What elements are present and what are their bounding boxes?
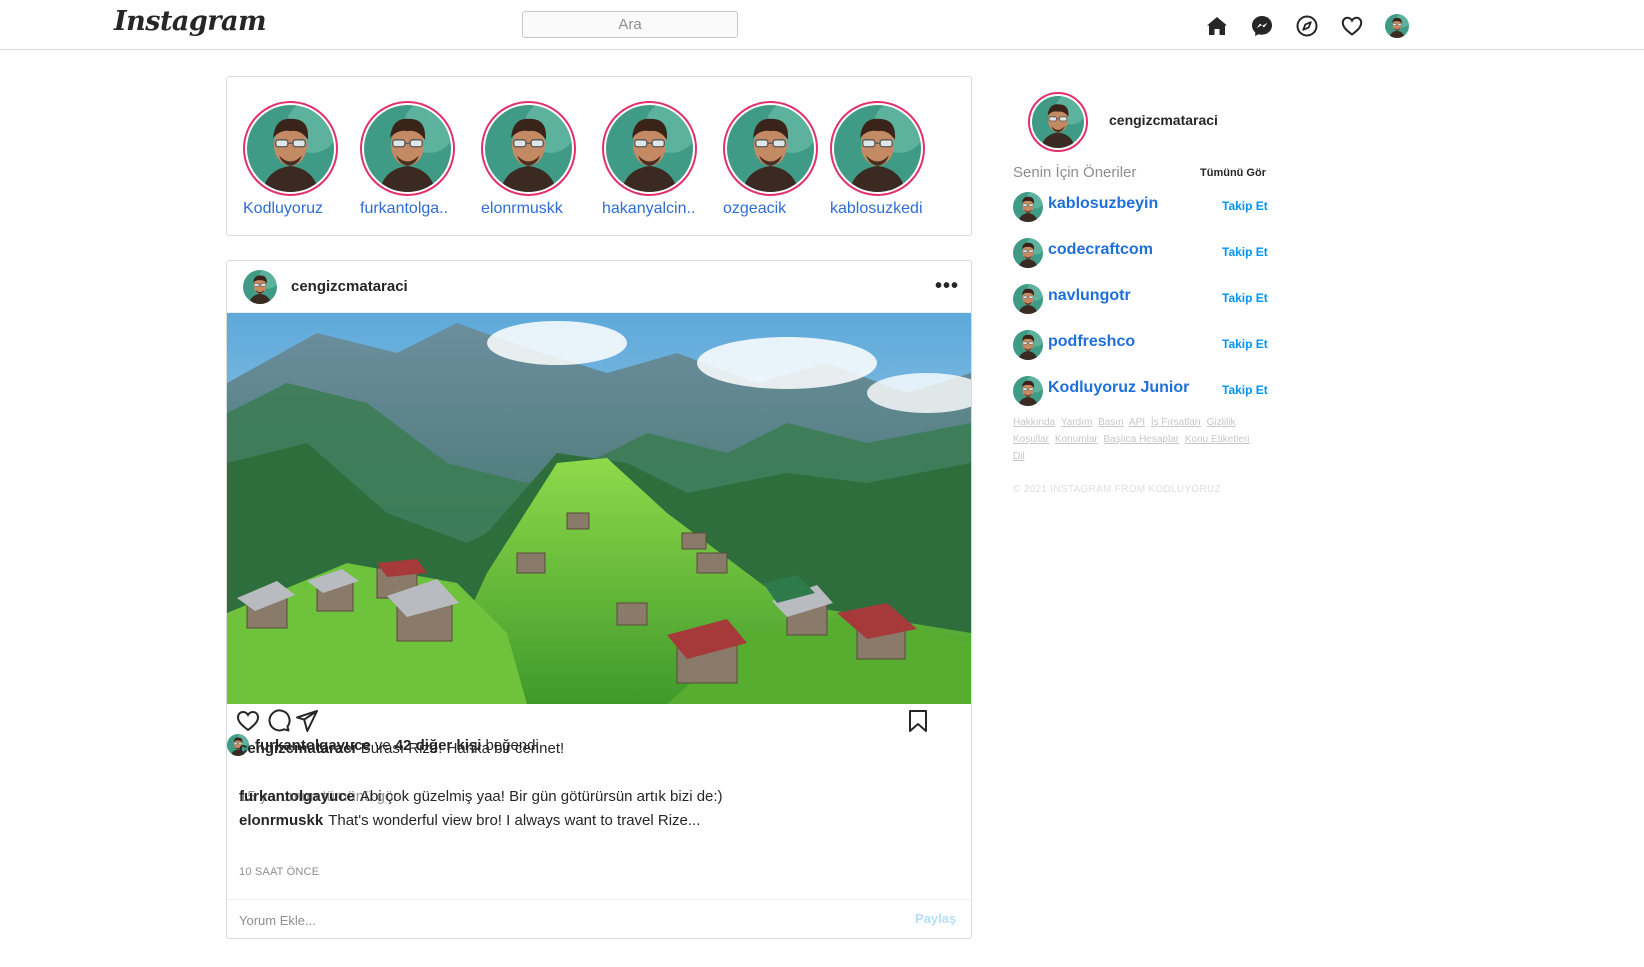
post-header: cengizcmataraci •••: [227, 261, 971, 313]
comment-text: Abi çok güzelmiş yaa! Bir gün götürürsün…: [359, 788, 723, 805]
comment-row: furkantolgayuce Abi çok güzelmiş yaa! Bir…: [239, 788, 723, 805]
suggestions-title: Senin İçin Öneriler: [1013, 164, 1137, 181]
comment-text: That's wonderful view bro! I always want…: [328, 812, 701, 829]
story-username[interactable]: kablosuzkedi: [830, 200, 926, 218]
post-timestamp: 10 SAAT ÖNCE: [239, 866, 320, 878]
story-item[interactable]: ozgeacik: [723, 101, 819, 218]
feed-post: cengizcmataraci ••• furkantolgayuce ve 4…: [226, 260, 972, 939]
footer-link[interactable]: Yardım: [1061, 417, 1093, 428]
comment-icon[interactable]: [265, 708, 291, 734]
footer-link[interactable]: Başlıca Hesaplar: [1104, 434, 1180, 445]
story-avatar[interactable]: [723, 101, 818, 196]
comment-username[interactable]: elonrmuskk: [239, 812, 323, 829]
suggestion-item: podfreshco Takip Et: [1013, 330, 1273, 360]
like-heart-icon[interactable]: [235, 708, 261, 734]
story-avatar[interactable]: [602, 101, 697, 196]
story-username[interactable]: ozgeacik: [723, 200, 819, 218]
story-item[interactable]: Kodluyoruz: [243, 101, 339, 218]
heart-icon[interactable]: [1340, 14, 1364, 38]
suggestion-username[interactable]: Kodluyoruz Junior: [1048, 379, 1189, 397]
suggestion-avatar[interactable]: [1013, 284, 1043, 314]
footer-link[interactable]: İş Fırsatları: [1151, 417, 1201, 428]
post-caption: cengizcmataraci Burası Rize! Harika bir c…: [239, 740, 564, 757]
follow-button[interactable]: Takip Et: [1222, 291, 1268, 305]
suggestion-item: kablosuzbeyin Takip Et: [1013, 192, 1273, 222]
footer-link[interactable]: Basın: [1098, 417, 1124, 428]
comment-row: elonrmuskk That's wonderful view bro! I a…: [239, 812, 700, 829]
follow-button[interactable]: Takip Et: [1222, 199, 1268, 213]
stories-tray: Kodluyoruz furkantolga.. elonrmuskk haka…: [226, 76, 972, 236]
suggestion-username[interactable]: codecraftcom: [1048, 241, 1153, 259]
caption-username[interactable]: cengizcmataraci: [239, 740, 356, 757]
instagram-logo[interactable]: Instagram: [114, 6, 267, 37]
story-avatar[interactable]: [360, 101, 455, 196]
post-comment-button[interactable]: Paylaş: [915, 911, 956, 926]
follow-button[interactable]: Takip Et: [1222, 383, 1268, 397]
suggestion-username[interactable]: navlungotr: [1048, 287, 1131, 305]
current-user-username[interactable]: cengizcmataraci: [1109, 112, 1218, 128]
suggestion-item: Kodluyoruz Junior Takip Et: [1013, 376, 1273, 406]
current-user-avatar[interactable]: [1028, 92, 1088, 152]
story-username[interactable]: furkantolga..: [360, 200, 456, 218]
follow-button[interactable]: Takip Et: [1222, 245, 1268, 259]
suggestion-username[interactable]: kablosuzbeyin: [1048, 195, 1158, 213]
caption-text: Burası Rize! Harika bir cennet!: [360, 740, 565, 757]
more-options-icon[interactable]: •••: [935, 275, 959, 298]
story-avatar[interactable]: [481, 101, 576, 196]
search-input[interactable]: [522, 11, 738, 38]
story-username[interactable]: elonrmuskk: [481, 200, 577, 218]
story-item[interactable]: furkantolga..: [360, 101, 456, 218]
copyright-text: © 2021 INSTAGRAM FROM KODLUYORUZ: [1013, 484, 1221, 495]
suggestion-avatar[interactable]: [1013, 376, 1043, 406]
post-action-bar: [235, 708, 965, 736]
story-avatar[interactable]: [243, 101, 338, 196]
profile-avatar[interactable]: [1385, 14, 1409, 38]
footer-link[interactable]: API: [1129, 417, 1145, 428]
share-send-icon[interactable]: [294, 708, 320, 734]
story-avatar[interactable]: [830, 101, 925, 196]
story-item[interactable]: hakanyalcin..: [602, 101, 698, 218]
footer-link[interactable]: Konumlar: [1055, 434, 1098, 445]
footer-link[interactable]: Koşullar: [1013, 434, 1049, 445]
suggestion-item: codecraftcom Takip Et: [1013, 238, 1273, 268]
story-item[interactable]: elonrmuskk: [481, 101, 577, 218]
suggestion-username[interactable]: podfreshco: [1048, 333, 1135, 351]
add-comment-bar: Paylaş: [227, 899, 971, 938]
nav-icon-group: [1205, 14, 1409, 38]
post-author-avatar[interactable]: [243, 270, 277, 304]
story-username[interactable]: hakanyalcin..: [602, 200, 698, 218]
explore-icon[interactable]: [1295, 14, 1319, 38]
messenger-icon[interactable]: [1250, 14, 1274, 38]
post-author-username[interactable]: cengizcmataraci: [291, 278, 408, 295]
top-navigation-bar: Instagram: [0, 0, 1644, 50]
see-all-button[interactable]: Tümünü Gör: [1200, 167, 1266, 179]
bookmark-icon[interactable]: [905, 708, 931, 734]
footer-link[interactable]: Konu Etiketleri: [1185, 434, 1249, 445]
footer-link[interactable]: Gizlilik: [1207, 417, 1236, 428]
post-image[interactable]: [227, 313, 971, 704]
story-username[interactable]: Kodluyoruz: [243, 200, 339, 218]
suggestion-item: navlungotr Takip Et: [1013, 284, 1273, 314]
comment-username[interactable]: furkantolgayuce: [239, 788, 355, 805]
suggestion-avatar[interactable]: [1013, 330, 1043, 360]
footer-link[interactable]: Dil: [1013, 451, 1025, 462]
home-icon[interactable]: [1205, 14, 1229, 38]
follow-button[interactable]: Takip Et: [1222, 337, 1268, 351]
footer-link[interactable]: Hakkında: [1013, 417, 1055, 428]
footer-links: Hakkında Yardım Basın API İş Fırsatları …: [1013, 414, 1263, 465]
suggestion-avatar[interactable]: [1013, 238, 1043, 268]
suggestion-avatar[interactable]: [1013, 192, 1043, 222]
story-item[interactable]: kablosuzkedi: [830, 101, 926, 218]
add-comment-input[interactable]: [239, 910, 839, 930]
